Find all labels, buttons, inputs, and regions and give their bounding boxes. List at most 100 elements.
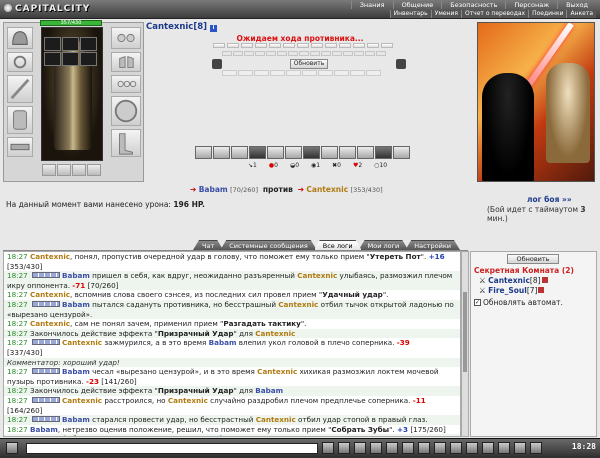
quick-slot[interactable] [44,52,61,66]
zone-cell[interactable] [244,51,254,56]
smile-icon[interactable] [338,442,350,454]
belt-item[interactable] [42,164,56,176]
skill-button[interactable] [303,146,320,159]
opponent-name[interactable]: Cantexnic[8] i [146,22,217,32]
skill-button[interactable] [195,146,212,159]
zone-cell[interactable] [365,51,375,56]
nav-inventory[interactable]: Инвентарь [389,10,431,18]
quick-slot[interactable] [44,37,61,51]
tab-chat[interactable]: Чат [193,240,223,250]
opponent-link[interactable]: Cantexnic [306,185,348,194]
scroll-thumb[interactable] [463,292,467,372]
private-icon[interactable] [434,442,446,454]
tab-system-messages[interactable]: Системные сообщения [220,240,317,250]
translit-icon[interactable] [386,442,398,454]
zone-cell[interactable] [321,51,331,56]
belt-item[interactable] [72,164,86,176]
send-icon[interactable] [322,442,334,454]
gloves-slot[interactable] [111,52,141,72]
zone-cell[interactable] [213,43,225,48]
zone-cell[interactable] [311,43,323,48]
zone-cell[interactable] [339,43,351,48]
nav-security[interactable]: Безопасность [441,1,505,9]
map-icon[interactable] [514,442,526,454]
zone-cell[interactable] [354,51,364,56]
scroll-lock-icon[interactable] [450,442,462,454]
nav-profile[interactable]: Анкета [566,10,596,18]
refresh-button[interactable]: Обновить [290,59,328,69]
rings-slot[interactable] [111,75,141,93]
shield-slot[interactable] [111,96,141,126]
tab-all-logs[interactable]: Все логи [314,240,362,250]
zone-cell[interactable] [277,51,287,56]
skill-button[interactable] [339,146,356,159]
nav-duels[interactable]: Поединки [528,10,567,18]
zone-cell[interactable] [255,51,265,56]
quick-slot[interactable] [62,37,79,51]
zone-cell[interactable] [297,43,309,48]
nav-exit[interactable]: Выход [557,1,596,9]
tab-settings[interactable]: Настройки [405,240,460,250]
belt-item[interactable] [57,164,71,176]
amulet-slot[interactable] [7,52,33,72]
zone-cell[interactable] [233,51,243,56]
zone-cell[interactable] [299,51,309,56]
menu-icon[interactable] [6,442,18,454]
info-icon[interactable]: i [210,25,217,32]
tab-my-logs[interactable]: Мои логи [359,240,409,250]
info-icon[interactable] [538,287,545,293]
chat-scrollbar[interactable] [461,251,469,437]
info-icon[interactable] [530,442,542,454]
zone-cell[interactable] [269,43,281,48]
chat-input[interactable] [26,443,318,454]
armor-slot[interactable] [7,106,33,134]
zone-cell[interactable] [343,51,353,56]
quick-slot[interactable] [80,52,97,66]
zone-cell[interactable] [381,43,393,48]
quit-icon[interactable] [482,442,494,454]
zone-cell[interactable] [227,43,239,48]
skill-button[interactable] [321,146,338,159]
zone-cell[interactable] [266,51,276,56]
boots-slot[interactable] [111,129,141,157]
nav-transfer-report[interactable]: Отчет о переводах [460,10,529,18]
zone-cell[interactable] [288,51,298,56]
nav-communication[interactable]: Общение [392,1,442,9]
filter-icon[interactable] [370,442,382,454]
zone-cell[interactable] [325,43,337,48]
nav-character[interactable]: Персонаж [505,1,557,9]
zone-cell[interactable] [222,51,232,56]
zone-cell[interactable] [353,43,365,48]
clear-icon[interactable] [354,442,366,454]
room-user[interactable]: ⚔ Cantexnic[8] [479,276,548,285]
belt-item[interactable] [87,164,101,176]
skill-button[interactable] [285,146,302,159]
skill-button[interactable] [231,146,248,159]
skill-button[interactable] [267,146,284,159]
auto-update-toggle[interactable]: ✓ Обновлять автомат. [474,298,563,307]
checkbox[interactable]: ✓ [474,299,481,306]
room-user[interactable]: ⚔ Fire_Soul[7] [479,286,545,295]
helmet-slot[interactable] [7,27,33,49]
player-name[interactable]: Babam [199,185,228,194]
zone-cell[interactable] [241,43,253,48]
skill-button[interactable] [375,146,392,159]
skill-button[interactable] [393,146,410,159]
earrings-slot[interactable] [111,27,141,49]
zone-cell[interactable] [376,51,386,56]
nav-knowledge[interactable]: Знания [350,1,393,9]
zone-cell[interactable] [367,43,379,48]
info-icon[interactable] [541,277,548,283]
help-icon[interactable] [498,442,510,454]
belt-slot[interactable] [7,137,33,157]
save-icon[interactable] [466,442,478,454]
skill-button[interactable] [357,146,374,159]
settings-icon[interactable] [418,442,430,454]
skill-button[interactable] [249,146,266,159]
skill-button[interactable] [213,146,230,159]
zone-cell[interactable] [310,51,320,56]
zone-cell[interactable] [283,43,295,48]
quick-slot[interactable] [62,52,79,66]
sound-icon[interactable] [402,442,414,454]
zone-cell[interactable] [332,51,342,56]
